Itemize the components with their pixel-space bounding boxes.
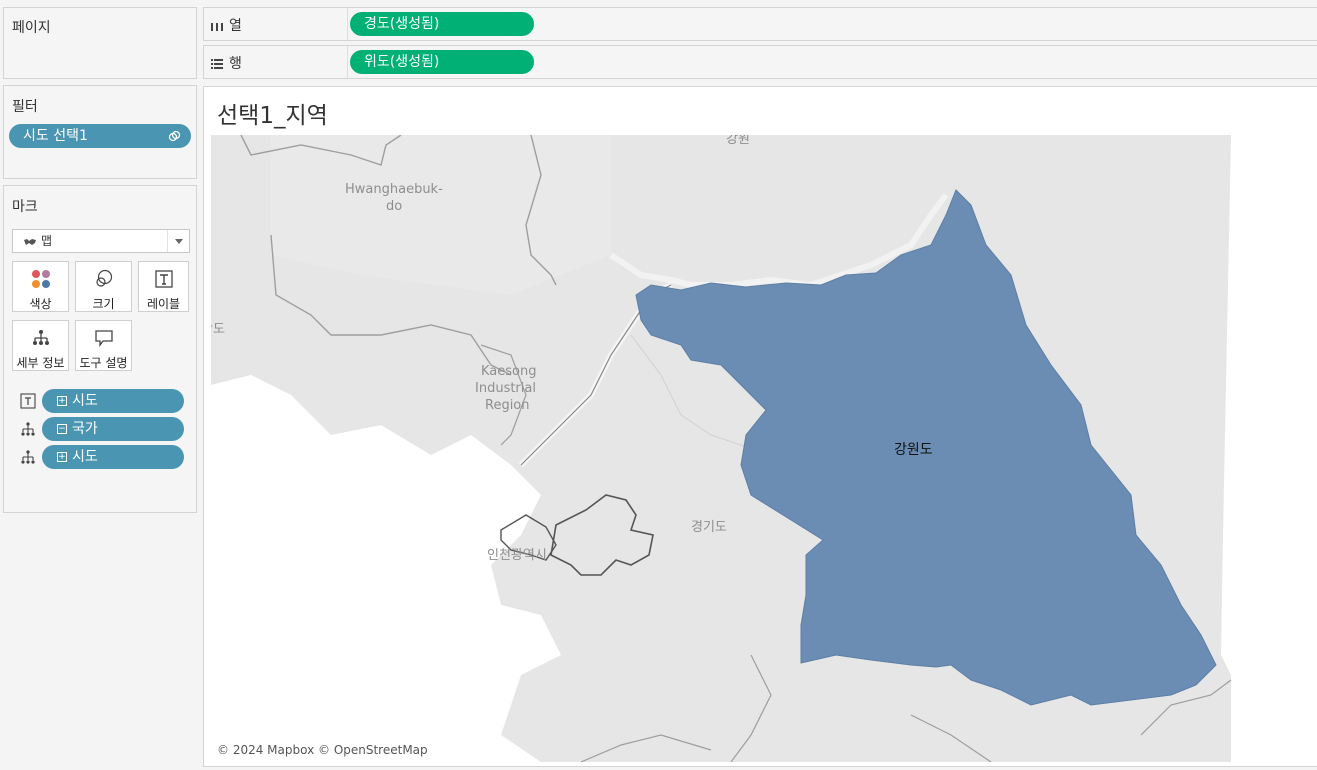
columns-shelf-label: 열 — [211, 15, 242, 35]
field-pill-label: 시도 — [72, 449, 98, 465]
detail-hierarchy-icon — [33, 330, 49, 345]
text-label-icon — [155, 270, 173, 288]
chevron-down-icon[interactable] — [167, 230, 189, 252]
field-pill-label: 국가 — [72, 421, 98, 437]
label-button-label: 레이블 — [146, 297, 181, 311]
field-pill[interactable]: − 국가 — [42, 417, 184, 441]
marks-title: 마크 — [12, 199, 38, 215]
map-label-hwanghaebuk-2: do — [386, 199, 402, 214]
rows-shelf-text: 행 — [229, 56, 242, 72]
map-icon — [24, 238, 36, 245]
size-icon — [96, 269, 113, 287]
map-label-kaesong-1: Kaesong — [481, 364, 536, 379]
rows-shelf-label: 행 — [211, 53, 242, 73]
rows-pill[interactable]: 위도(생성됨) — [350, 50, 534, 74]
east-sea — [1221, 135, 1317, 762]
pages-card: 페이지 — [3, 7, 197, 79]
mark-field-row: + 시도 — [20, 445, 185, 469]
label-button[interactable]: 레이블 — [138, 261, 189, 312]
map-label-gangwon-top: 강원 — [726, 135, 750, 147]
map-svg[interactable]: 강원 Hwanghaebuk- do 황도 Kaesong Industrial… — [211, 135, 1317, 762]
filter-pill-label: 시도 선택1 — [23, 128, 88, 144]
tooltip-icon — [95, 330, 113, 347]
worksheet-title: 선택1_지역 — [217, 103, 328, 129]
collapse-icon[interactable]: − — [57, 424, 67, 434]
field-pill[interactable]: + 시도 — [42, 445, 184, 469]
field-pill[interactable]: + 시도 — [42, 389, 184, 413]
tooltip-button-label: 도구 설명 — [79, 356, 128, 370]
filter-pill-sido-selection[interactable]: 시도 선택1 — [9, 124, 191, 148]
detail-hierarchy-icon — [21, 422, 35, 436]
map-label-incheon: 인천광역시 — [487, 548, 547, 563]
marks-card: 마크 맵 색상 크기 레이블 세부 정보 도구 설명 + 시도 − 국가 + 시… — [3, 185, 197, 513]
map-attribution[interactable]: © 2024 Mapbox © OpenStreetMap — [217, 743, 428, 757]
map-label-edge-do: 황도 — [211, 322, 225, 337]
mark-type-dropdown[interactable]: 맵 — [12, 229, 190, 253]
rows-shelf[interactable]: 행 위도(생성됨) — [203, 45, 1317, 79]
text-label-icon — [20, 393, 36, 409]
size-button-label: 크기 — [92, 297, 115, 311]
detail-hierarchy-icon — [21, 450, 35, 464]
columns-pill[interactable]: 경도(생성됨) — [350, 12, 534, 36]
rows-icon — [211, 59, 223, 69]
pages-title: 페이지 — [12, 20, 51, 36]
detail-button[interactable]: 세부 정보 — [12, 320, 69, 371]
map-label-gyeonggi: 경기도 — [691, 520, 727, 535]
mark-field-row: + 시도 — [20, 389, 185, 413]
map-label-selected-region: 강원도 — [894, 442, 933, 458]
mark-field-row: − 국가 — [20, 417, 185, 441]
shelf-divider — [347, 8, 348, 40]
color-button[interactable]: 색상 — [12, 261, 69, 312]
columns-shelf[interactable]: 열 경도(생성됨) — [203, 7, 1317, 41]
detail-button-label: 세부 정보 — [16, 356, 65, 370]
map-canvas[interactable]: 강원 Hwanghaebuk- do 황도 Kaesong Industrial… — [211, 135, 1317, 762]
tooltip-button[interactable]: 도구 설명 — [75, 320, 132, 371]
map-label-kaesong-2: Industrial — [475, 381, 536, 396]
field-pill-label: 시도 — [72, 393, 98, 409]
columns-icon — [211, 23, 223, 31]
rows-pill-label: 위도(생성됨) — [364, 54, 440, 70]
mark-type-value: 맵 — [41, 234, 53, 248]
columns-shelf-text: 열 — [229, 18, 242, 34]
expand-icon[interactable]: + — [57, 396, 67, 406]
columns-pill-label: 경도(생성됨) — [364, 16, 440, 32]
color-icon — [32, 270, 50, 288]
size-button[interactable]: 크기 — [75, 261, 132, 312]
shelf-divider — [347, 46, 348, 78]
color-button-label: 색상 — [29, 297, 52, 311]
set-link-icon — [168, 130, 181, 142]
map-label-kaesong-3: Region — [485, 398, 530, 413]
map-label-hwanghaebuk-1: Hwanghaebuk- — [345, 182, 443, 197]
expand-icon[interactable]: + — [57, 452, 67, 462]
filters-card: 필터 시도 선택1 — [3, 85, 197, 179]
worksheet-view: 선택1_지역 강원 Hwanghaebuk- do 도 Kaesong Indu… — [203, 86, 1317, 767]
filters-title: 필터 — [12, 99, 38, 115]
